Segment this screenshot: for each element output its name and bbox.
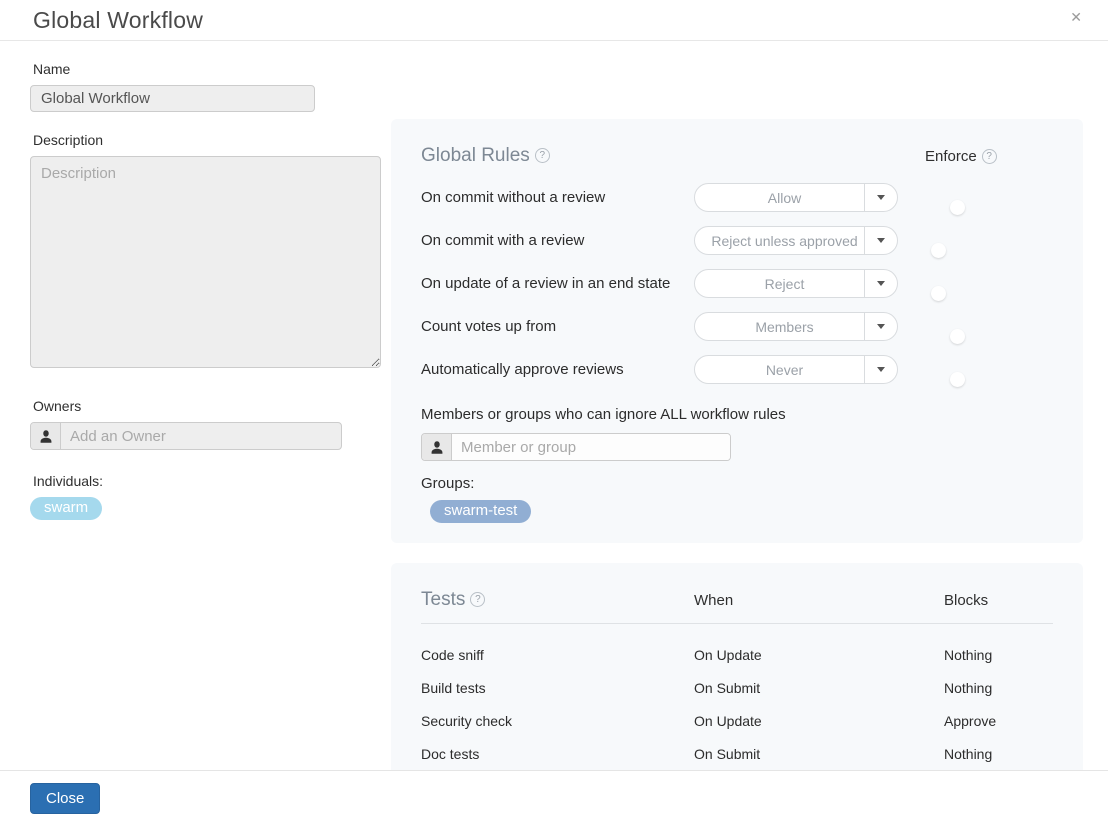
dialog-header: Global Workflow ✕ xyxy=(0,0,1108,41)
chevron-down-icon[interactable] xyxy=(864,184,897,211)
chevron-down-icon[interactable] xyxy=(864,313,897,340)
chevron-down-icon[interactable] xyxy=(864,227,897,254)
test-blocks: Nothing xyxy=(944,680,1053,696)
rule-label: Count votes up from xyxy=(421,318,694,335)
test-row: Build tests On Submit Nothing xyxy=(421,671,1053,704)
help-icon[interactable]: ? xyxy=(982,149,997,164)
groups-label: Groups: xyxy=(421,475,1053,492)
workflow-form: Name Description Owners Individuals: swa… xyxy=(30,41,391,825)
rule-select[interactable]: Never xyxy=(694,355,898,384)
user-icon xyxy=(422,434,452,460)
test-blocks: Nothing xyxy=(944,746,1053,762)
global-rules-title: Global Rules? xyxy=(421,145,898,167)
tests-title: Tests? xyxy=(421,589,694,611)
rule-label: On commit without a review xyxy=(421,189,694,206)
rule-label: Automatically approve reviews xyxy=(421,361,694,378)
test-blocks: Approve xyxy=(944,713,1053,729)
dialog-title: Global Workflow xyxy=(33,7,1083,34)
global-rules-panel: Global Rules? Enforce? On commit without… xyxy=(391,119,1083,543)
test-name: Build tests xyxy=(421,680,694,696)
rule-row: Automatically approve reviews Never xyxy=(421,355,1053,384)
member-input-group xyxy=(421,433,731,461)
close-icon[interactable]: ✕ xyxy=(1070,10,1082,24)
rule-row: Count votes up from Members xyxy=(421,312,1053,341)
tests-header-divider xyxy=(421,623,1053,624)
when-column-header: When xyxy=(694,592,944,609)
workflow-panels: Global Rules? Enforce? On commit without… xyxy=(391,41,1083,825)
help-icon[interactable]: ? xyxy=(535,148,550,163)
chevron-down-icon[interactable] xyxy=(864,356,897,383)
description-label: Description xyxy=(33,132,378,148)
member-input[interactable] xyxy=(452,434,730,460)
close-button[interactable]: Close xyxy=(30,783,100,814)
description-input[interactable] xyxy=(30,156,381,368)
dialog-footer: Close xyxy=(0,770,1108,828)
test-name: Security check xyxy=(421,713,694,729)
group-tag[interactable]: swarm-test xyxy=(430,500,531,523)
rule-row: On commit without a review Allow xyxy=(421,183,1053,212)
test-row: Doc tests On Submit Nothing xyxy=(421,737,1053,770)
rule-select[interactable]: Reject xyxy=(694,269,898,298)
enforce-header: Enforce? xyxy=(898,148,1053,165)
rule-row: On update of a review in an end state Re… xyxy=(421,269,1053,298)
owners-label: Owners xyxy=(33,398,378,414)
dialog-body: Name Description Owners Individuals: swa… xyxy=(0,41,1108,825)
name-label: Name xyxy=(33,61,378,77)
rule-select[interactable]: Members xyxy=(694,312,898,341)
user-icon xyxy=(31,423,61,449)
test-row: Code sniff On Update Nothing xyxy=(421,638,1053,671)
test-when: On Update xyxy=(694,647,944,663)
blocks-column-header: Blocks xyxy=(944,592,1053,609)
test-row: Security check On Update Approve xyxy=(421,704,1053,737)
name-input[interactable] xyxy=(30,85,315,112)
test-when: On Submit xyxy=(694,680,944,696)
owners-input[interactable] xyxy=(61,423,341,449)
ignore-rules-label: Members or groups who can ignore ALL wor… xyxy=(421,406,1053,423)
test-when: On Update xyxy=(694,713,944,729)
rule-label: On update of a review in an end state xyxy=(421,275,694,292)
chevron-down-icon[interactable] xyxy=(864,270,897,297)
test-blocks: Nothing xyxy=(944,647,1053,663)
rule-select[interactable]: Allow xyxy=(694,183,898,212)
test-when: On Submit xyxy=(694,746,944,762)
individual-tag[interactable]: swarm xyxy=(30,497,102,520)
rule-row: On commit with a review Reject unless ap… xyxy=(421,226,1053,255)
owners-input-group xyxy=(30,422,342,450)
help-icon[interactable]: ? xyxy=(470,592,485,607)
rule-label: On commit with a review xyxy=(421,232,694,249)
test-name: Doc tests xyxy=(421,746,694,762)
rule-select[interactable]: Reject unless approved xyxy=(694,226,898,255)
test-name: Code sniff xyxy=(421,647,694,663)
individuals-label: Individuals: xyxy=(33,473,378,489)
